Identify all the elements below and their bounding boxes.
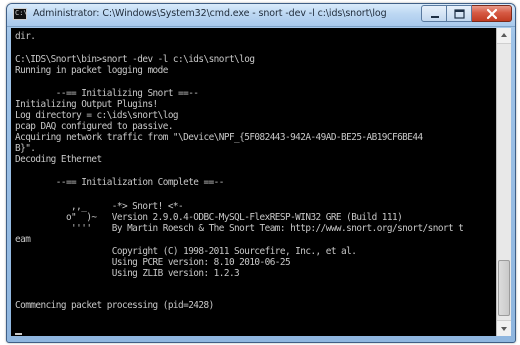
console-line: Using ZLIB version: 1.2.3 — [15, 268, 240, 279]
console-line: Log directory = c:\ids\snort\log — [15, 110, 179, 121]
console-line: Copyright (C) 1998-2011 Sourcefire, Inc.… — [15, 246, 357, 257]
console-line: Decoding Ethernet — [15, 154, 102, 165]
console-line: '''' By Martin Roesch & The Snort Team: … — [15, 223, 464, 234]
minimize-icon — [431, 16, 439, 18]
console-line: Using PCRE version: 8.10 2010-06-25 — [15, 257, 291, 268]
cmd-window: C:\ Administrator: C:\Windows\System32\c… — [6, 3, 516, 343]
console-line: C:\IDS\Snort\bin>snort -dev -l c:\ids\sn… — [15, 54, 255, 65]
close-button[interactable] — [472, 5, 512, 22]
console-line: eam — [15, 234, 31, 245]
console-output[interactable]: dir. C:\IDS\Snort\bin>snort -dev -l c:\i… — [11, 28, 496, 336]
console-line: Acquiring network traffic from "\Device\… — [15, 132, 423, 143]
title-bar[interactable]: C:\ Administrator: C:\Windows\System32\c… — [7, 4, 515, 27]
console-line: pcap DAQ configured to passive. — [15, 121, 173, 132]
window-title: Administrator: C:\Windows\System32\cmd.e… — [33, 8, 387, 19]
cmd-app-icon[interactable]: C:\ — [13, 8, 28, 20]
console-line: Initializing Output Plugins! — [15, 99, 158, 110]
console-line: dir. — [15, 31, 36, 42]
scrollbar-thumb[interactable] — [498, 260, 510, 316]
scroll-down-button[interactable] — [497, 320, 511, 336]
console-line: --== Initialization Complete ==-- — [15, 177, 225, 188]
arrow-down-icon — [501, 327, 507, 331]
text-cursor — [15, 333, 22, 335]
console-line: B}". — [15, 143, 36, 154]
console-line: Commencing packet processing (pid=2428) — [15, 300, 214, 311]
maximize-icon — [454, 9, 465, 19]
cmd-icon-glyph: C:\ — [15, 9, 28, 17]
console-line: Running in packet logging mode — [15, 65, 168, 76]
vertical-scrollbar[interactable] — [496, 28, 511, 336]
console-line: o" )~ Version 2.9.0.4-ODBC-MySQL-FlexRES… — [15, 212, 403, 223]
maximize-button[interactable] — [447, 5, 472, 22]
console-line: ,,_ -*> Snort! <*- — [15, 201, 184, 212]
arrow-up-icon — [501, 33, 507, 37]
console-line: --== Initializing Snort ==-- — [15, 88, 199, 99]
minimize-button[interactable] — [421, 5, 447, 22]
close-icon — [486, 8, 498, 20]
scroll-up-button[interactable] — [497, 28, 511, 44]
